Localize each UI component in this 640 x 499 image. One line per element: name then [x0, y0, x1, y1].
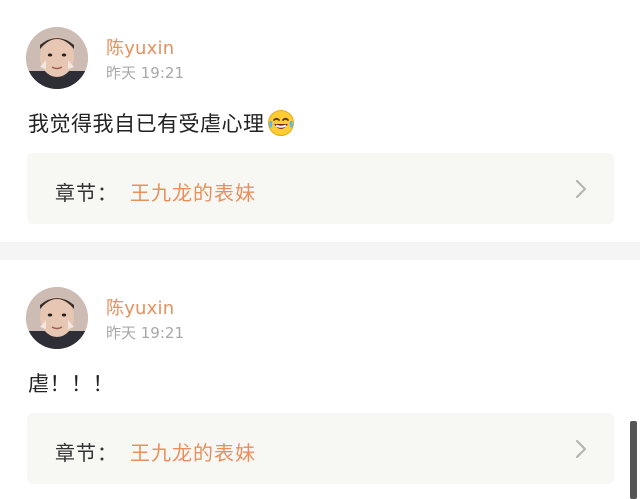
comment-text: 虐！！！: [28, 368, 114, 398]
section-divider: [0, 242, 640, 260]
chapter-label: 章节：: [55, 441, 118, 465]
avatar[interactable]: [26, 27, 88, 89]
laughing-tears-emoji-icon: [267, 109, 295, 137]
chevron-right-icon: [574, 179, 588, 199]
chapter-label: 章节：: [55, 181, 118, 205]
scrollbar-thumb[interactable]: [630, 421, 637, 499]
comment-text-content: 我觉得我自已有受虐心理: [28, 112, 265, 136]
chapter-link-card[interactable]: 章节： 王九龙的表妹: [27, 153, 614, 224]
comment-item: 陈yuxin 昨天 19:21 虐！！！ 章节： 王九龙的表妹: [0, 260, 640, 499]
comment-item: 陈yuxin 昨天 19:21 我觉得我自已有受虐心理 章节： 王九龙的表妹: [0, 0, 640, 242]
comment-feed: 陈yuxin 昨天 19:21 我觉得我自已有受虐心理 章节： 王九龙的表妹 陈…: [0, 0, 640, 499]
avatar[interactable]: [26, 287, 88, 349]
chapter-link-card[interactable]: 章节： 王九龙的表妹: [27, 413, 614, 484]
comment-text-content: 虐！！！: [28, 372, 114, 396]
comment-text: 我觉得我自已有受虐心理: [28, 108, 295, 138]
timestamp: 昨天 19:21: [106, 324, 184, 342]
chevron-right-icon: [574, 439, 588, 459]
chapter-title[interactable]: 王九龙的表妹: [130, 437, 256, 466]
username[interactable]: 陈yuxin: [106, 294, 174, 320]
timestamp: 昨天 19:21: [106, 64, 184, 82]
username[interactable]: 陈yuxin: [106, 34, 174, 60]
chapter-title[interactable]: 王九龙的表妹: [130, 177, 256, 206]
